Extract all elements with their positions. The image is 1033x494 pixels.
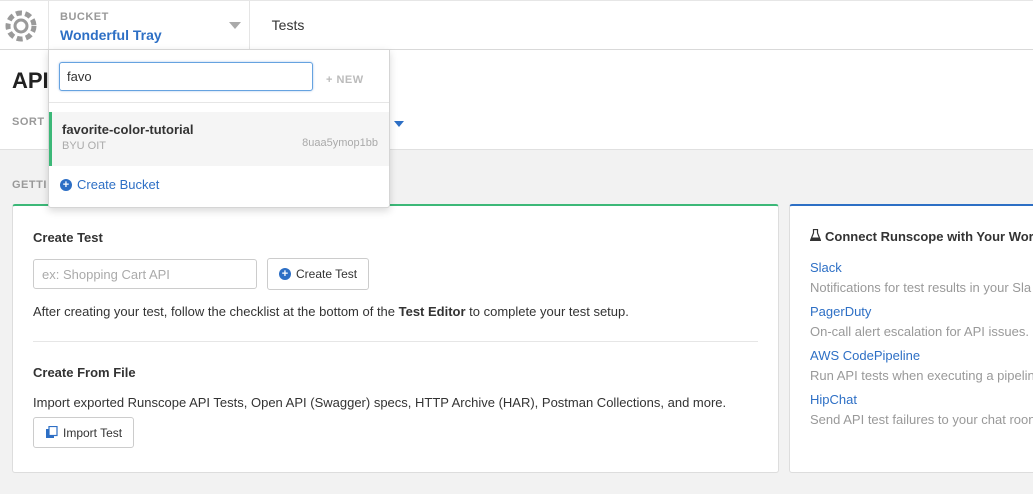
section-label: GETTI: [12, 179, 47, 191]
divider: [49, 102, 389, 103]
bucket-search-input[interactable]: [59, 62, 313, 91]
chevron-down-icon: [229, 22, 241, 29]
help-text-suffix: to complete your test setup.: [465, 304, 629, 319]
flask-icon: [810, 229, 821, 241]
integration-desc-slack: Notifications for test results in your S…: [810, 280, 1032, 295]
bucket-item-key: 8uaa5ymop1bb: [302, 137, 378, 149]
getting-started-card: Create Test + Create Test After creating…: [12, 204, 779, 473]
integration-link-hipchat[interactable]: HipChat: [810, 392, 857, 407]
integration-link-slack[interactable]: Slack: [810, 260, 842, 275]
plus-circle-icon: +: [279, 268, 291, 280]
integrations-card: Connect Runscope with Your Workf Slack N…: [789, 204, 1033, 473]
integrations-title-text: Connect Runscope with Your Workf: [825, 229, 1033, 244]
integration-desc-aws-codepipeline: Run API tests when executing a pipelin: [810, 368, 1033, 383]
integration-desc-pagerduty: On-call alert escalation for API issues.: [810, 324, 1029, 339]
tab-tests[interactable]: Tests: [262, 1, 314, 51]
create-test-button-label: Create Test: [296, 267, 358, 281]
bucket-list-item[interactable]: favorite-color-tutorial BYU OIT 8uaa5ymo…: [49, 112, 389, 166]
top-bar: BUCKET Wonderful Tray Tests: [0, 0, 1033, 51]
bucket-item-name: favorite-color-tutorial: [62, 122, 194, 137]
test-name-input[interactable]: [33, 259, 257, 289]
integration-link-aws-codepipeline[interactable]: AWS CodePipeline: [810, 348, 920, 363]
bucket-name: Wonderful Tray: [60, 27, 162, 43]
create-test-button[interactable]: + Create Test: [267, 258, 370, 290]
integration-desc-hipchat: Send API test failures to your chat roon: [810, 412, 1033, 427]
new-bucket-button[interactable]: + NEW: [326, 74, 364, 86]
integrations-title: Connect Runscope with Your Workf: [810, 229, 1033, 244]
bucket-item-team: BYU OIT: [62, 140, 107, 152]
integration-link-pagerduty[interactable]: PagerDuty: [810, 304, 871, 319]
create-bucket-link[interactable]: + Create Bucket: [60, 177, 159, 192]
bucket-dropdown: + NEW favorite-color-tutorial BYU OIT 8u…: [48, 49, 390, 208]
bucket-label: BUCKET: [60, 11, 109, 23]
create-from-file-description: Import exported Runscope API Tests, Open…: [33, 395, 727, 410]
copy-icon: [46, 426, 58, 438]
bucket-selector[interactable]: BUCKET Wonderful Tray: [48, 1, 250, 50]
page-title: API: [12, 68, 49, 93]
plus-circle-icon: +: [60, 178, 72, 191]
create-test-help: After creating your test, follow the che…: [33, 304, 629, 319]
divider: [33, 341, 758, 342]
import-test-button[interactable]: Import Test: [33, 417, 135, 448]
create-from-file-title: Create From File: [33, 365, 136, 380]
create-bucket-label: Create Bucket: [77, 177, 160, 192]
help-text-prefix: After creating your test, follow the che…: [33, 304, 399, 319]
import-test-button-label: Import Test: [63, 425, 123, 440]
test-editor-emphasis: Test Editor: [398, 304, 466, 319]
runscope-logo-icon[interactable]: [4, 9, 38, 43]
create-test-title: Create Test: [33, 230, 103, 245]
caret-down-icon: [393, 120, 404, 127]
